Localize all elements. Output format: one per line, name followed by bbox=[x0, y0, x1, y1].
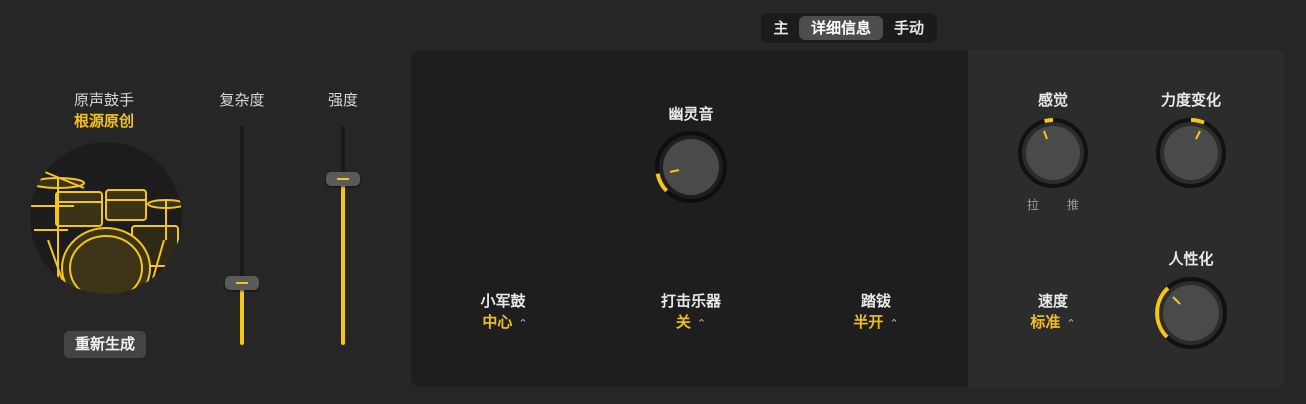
complexity-slider-thumb[interactable] bbox=[225, 276, 259, 290]
chevron-up-down-icon: ⌃ bbox=[518, 317, 528, 330]
intensity-slider-fill bbox=[341, 179, 345, 345]
snare-label: 小军鼓 bbox=[480, 292, 526, 310]
dynamics-label: 力度变化 bbox=[1160, 91, 1222, 109]
speed-label: 速度 bbox=[1037, 292, 1069, 310]
tab-manual[interactable]: 手动 bbox=[887, 16, 931, 40]
hihat-value: 半开 bbox=[853, 313, 884, 331]
humanize-knob[interactable] bbox=[1154, 276, 1228, 350]
speed-selector[interactable]: 标准 ⌃ bbox=[1030, 311, 1075, 332]
drummer-title: 原声鼓手 bbox=[73, 91, 135, 109]
feel-knob[interactable] bbox=[1017, 117, 1089, 189]
complexity-label: 复杂度 bbox=[219, 91, 265, 109]
dynamics-knob[interactable] bbox=[1155, 117, 1227, 189]
feel-pull-label: 拉 bbox=[1027, 198, 1040, 212]
ghost-notes-knob[interactable] bbox=[654, 130, 728, 204]
chevron-up-down-icon: ⌃ bbox=[889, 317, 899, 330]
tab-details[interactable]: 详细信息 bbox=[799, 16, 883, 40]
humanize-label: 人性化 bbox=[1168, 250, 1214, 268]
feel-label: 感觉 bbox=[1037, 91, 1069, 109]
intensity-slider-thumb[interactable] bbox=[326, 172, 360, 186]
chevron-up-down-icon: ⌃ bbox=[696, 317, 707, 330]
complexity-slider-fill bbox=[240, 283, 244, 345]
speed-value: 标准 bbox=[1030, 313, 1061, 331]
chevron-up-down-icon: ⌃ bbox=[1066, 317, 1076, 330]
intensity-label: 强度 bbox=[327, 91, 359, 109]
percussion-selector[interactable]: 关 ⌃ bbox=[676, 311, 706, 332]
feel-push-label: 推 bbox=[1067, 198, 1080, 212]
snare-selector[interactable]: 中心 ⌃ bbox=[482, 311, 527, 332]
drum-kit-icon[interactable] bbox=[28, 140, 184, 296]
hihat-label: 踏钹 bbox=[860, 292, 892, 310]
drummer-name[interactable]: 根源原创 bbox=[74, 110, 134, 131]
snare-value: 中心 bbox=[482, 313, 513, 331]
details-panel-right bbox=[968, 50, 1284, 387]
view-tabs: 主 详细信息 手动 bbox=[761, 13, 937, 43]
regenerate-button[interactable]: 重新生成 bbox=[64, 331, 146, 358]
hihat-selector[interactable]: 半开 ⌃ bbox=[853, 311, 898, 332]
ghost-notes-label: 幽灵音 bbox=[668, 105, 714, 123]
percussion-value: 关 bbox=[675, 313, 691, 331]
percussion-label: 打击乐器 bbox=[660, 292, 722, 310]
tab-main[interactable]: 主 bbox=[767, 16, 795, 40]
